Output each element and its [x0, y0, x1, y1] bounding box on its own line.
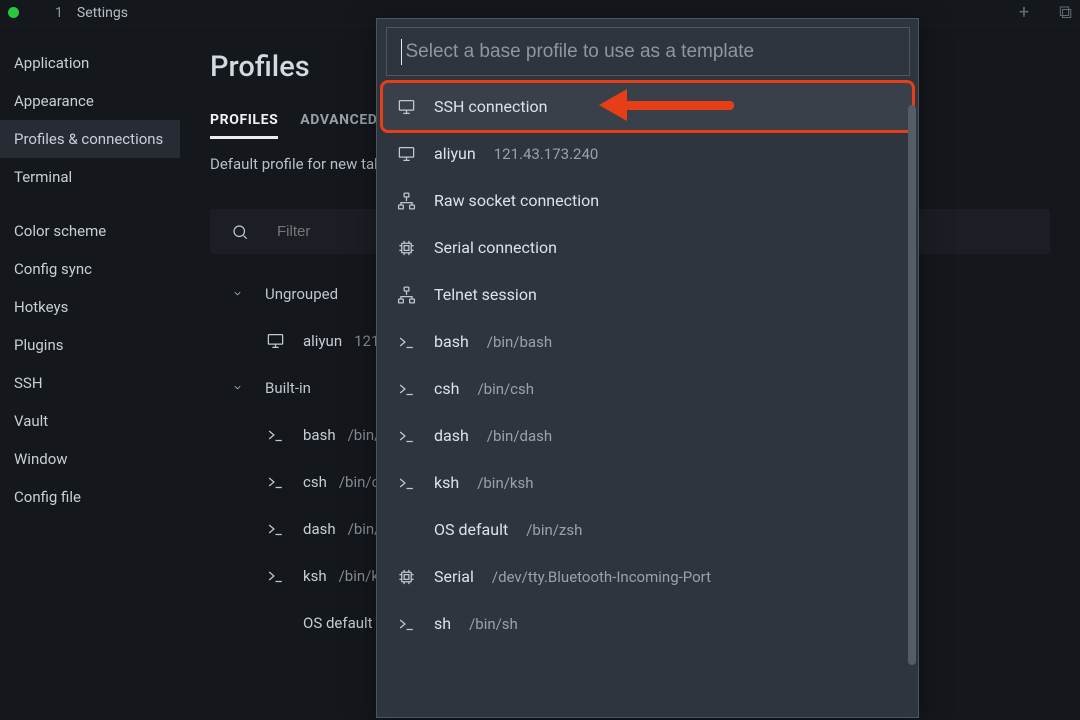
profile-option-serial-connection[interactable]: Serial connection: [383, 224, 912, 271]
sidebar-item-hotkeys[interactable]: Hotkeys: [0, 288, 180, 326]
sidebar-item-terminal[interactable]: Terminal: [0, 158, 180, 196]
sidebar-item-config-sync[interactable]: Config sync: [0, 250, 180, 288]
chevron-down-icon: [228, 284, 247, 303]
profile-name: OS default: [303, 614, 373, 632]
option-sub: /bin/dash: [487, 427, 552, 445]
sidebar-item-ssh[interactable]: SSH: [0, 364, 180, 402]
option-sub: /bin/ksh: [477, 474, 533, 492]
profile-option-aliyun[interactable]: aliyun 121.43.173.240: [383, 130, 912, 177]
profile-option-telnet-session[interactable]: Telnet session: [383, 271, 912, 318]
chevron-down-icon: [228, 378, 247, 397]
profile-option-sh[interactable]: sh /bin/sh: [383, 600, 912, 647]
option-sub: /bin/sh: [469, 615, 518, 633]
profile-option-bash[interactable]: bash /bin/bash: [383, 318, 912, 365]
prompt-icon: [397, 473, 416, 492]
profile-picker-search[interactable]: [386, 27, 910, 76]
option-sub: /bin/csh: [477, 380, 534, 398]
profile-option-ssh-connection[interactable]: SSH connection: [383, 83, 912, 130]
option-name: SSH connection: [434, 97, 548, 116]
settings-sidebar: ApplicationAppearanceProfiles & connecti…: [0, 26, 180, 720]
option-name: sh: [434, 614, 451, 633]
tab-index: 1: [55, 5, 63, 21]
prompt-icon: [266, 566, 285, 585]
prompt-icon: [397, 614, 416, 633]
profile-option-csh[interactable]: csh /bin/csh: [383, 365, 912, 412]
option-sub: /bin/zsh: [526, 521, 582, 539]
option-name: Raw socket connection: [434, 191, 599, 210]
sidebar-item-plugins[interactable]: Plugins: [0, 326, 180, 364]
sidebar-item-vault[interactable]: Vault: [0, 402, 180, 440]
profile-option-os-default[interactable]: OS default /bin/zsh: [383, 506, 912, 553]
profile-option-dash[interactable]: dash /bin/dash: [383, 412, 912, 459]
option-name: Serial connection: [434, 238, 557, 257]
option-name: Telnet session: [434, 285, 537, 304]
sidebar-item-profiles-connections[interactable]: Profiles & connections: [0, 120, 180, 158]
traffic-light-green[interactable]: [8, 7, 19, 18]
tab-advanced[interactable]: ADVANCED: [300, 112, 377, 139]
option-sub: /dev/tty.Bluetooth-Incoming-Port: [492, 568, 711, 586]
sidebar-item-color-scheme[interactable]: Color scheme: [0, 212, 180, 250]
option-name: csh: [434, 379, 459, 398]
new-tab-icon[interactable]: +: [1019, 2, 1029, 23]
profile-picker-modal: SSH connection aliyun 121.43.173.240 Raw…: [376, 18, 919, 718]
option-name: Serial: [434, 567, 474, 586]
profile-option-serial[interactable]: Serial /dev/tty.Bluetooth-Incoming-Port: [383, 553, 912, 600]
option-name: bash: [434, 332, 469, 351]
blank-icon: [266, 613, 285, 632]
option-name: OS default: [434, 520, 508, 539]
search-icon: [230, 222, 249, 241]
split-pane-icon[interactable]: ⧉: [1059, 2, 1072, 23]
tab-title: Settings: [77, 5, 128, 21]
option-name: dash: [434, 426, 469, 445]
scrollbar[interactable]: [908, 105, 916, 665]
profile-name: dash: [303, 520, 336, 538]
option-name: ksh: [434, 473, 459, 492]
profile-name: csh: [303, 473, 327, 491]
sidebar-item-appearance[interactable]: Appearance: [0, 82, 180, 120]
profile-name: ksh: [303, 567, 327, 585]
profile-picker-input[interactable]: [406, 41, 895, 63]
option-sub: /bin/bash: [487, 333, 552, 351]
sidebar-item-config-file[interactable]: Config file: [0, 478, 180, 516]
profile-option-ksh[interactable]: ksh /bin/ksh: [383, 459, 912, 506]
tab-settings[interactable]: 1 Settings: [43, 5, 140, 21]
sidebar-item-window[interactable]: Window: [0, 440, 180, 478]
sidebar-item-application[interactable]: Application: [0, 44, 180, 82]
option-name: aliyun: [434, 144, 476, 163]
monitor-icon: [266, 331, 285, 350]
option-sub: 121.43.173.240: [494, 145, 599, 163]
profile-name: bash: [303, 426, 336, 444]
profile-option-raw-socket-connection[interactable]: Raw socket connection: [383, 177, 912, 224]
profile-name: aliyun: [303, 332, 342, 350]
tab-profiles[interactable]: PROFILES: [210, 112, 278, 139]
